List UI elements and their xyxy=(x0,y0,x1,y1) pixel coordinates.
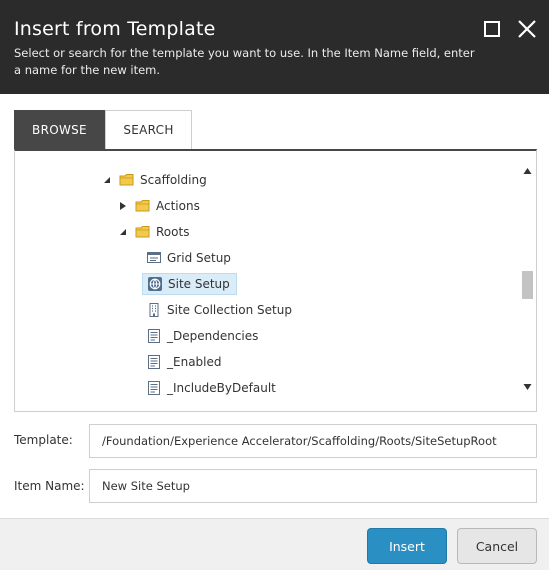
template-input[interactable] xyxy=(89,424,537,458)
folder-icon xyxy=(135,226,150,238)
tree-item-label: Site Setup xyxy=(168,277,230,291)
globe-icon xyxy=(148,277,162,291)
tree-scrollbar[interactable] xyxy=(519,151,536,411)
document-icon xyxy=(148,329,160,343)
tree-item-scaffolding[interactable]: Scaffolding xyxy=(100,169,207,191)
tree-item-label: Site Collection Setup xyxy=(167,303,292,317)
scroll-down-icon[interactable] xyxy=(523,383,532,391)
dialog-body: BROWSE SEARCH Scaffolding Actions Roots … xyxy=(0,94,549,518)
maximize-button[interactable] xyxy=(481,18,503,40)
insert-button[interactable]: Insert xyxy=(367,528,447,564)
close-button[interactable] xyxy=(516,18,538,40)
maximize-icon xyxy=(484,21,500,37)
template-label: Template: xyxy=(14,433,73,447)
dialog-title: Insert from Template xyxy=(14,18,216,40)
tab-browse[interactable]: BROWSE xyxy=(14,110,105,149)
tree-item-roots[interactable]: Roots xyxy=(116,221,189,243)
building-icon xyxy=(149,303,159,317)
folder-icon xyxy=(119,174,134,186)
tree-item-label: Grid Setup xyxy=(167,251,231,265)
tree-item-site-collection-setup[interactable]: Site Collection Setup xyxy=(146,299,292,321)
template-tree: Scaffolding Actions Roots Grid Setup Sit… xyxy=(14,149,537,412)
grid-setup-icon xyxy=(147,252,161,263)
close-icon xyxy=(518,20,536,38)
tree-item-label: Actions xyxy=(156,199,200,213)
dialog-footer: Insert Cancel xyxy=(0,518,549,570)
dialog-subtitle: Select or search for the template you wa… xyxy=(14,46,475,77)
tree-item-grid-setup[interactable]: Grid Setup xyxy=(146,247,231,269)
tree-item-include-by-default[interactable]: _IncludeByDefault xyxy=(146,377,276,399)
collapsed-arrow-icon[interactable] xyxy=(116,199,130,213)
scroll-up-icon[interactable] xyxy=(523,167,532,175)
tree-item-actions[interactable]: Actions xyxy=(116,195,200,217)
tab-search[interactable]: SEARCH xyxy=(105,110,192,149)
document-icon xyxy=(148,355,160,369)
scroll-thumb[interactable] xyxy=(522,271,533,299)
tree-item-label: _IncludeByDefault xyxy=(167,381,276,395)
expanded-arrow-icon[interactable] xyxy=(100,173,114,187)
tree-item-label: _Dependencies xyxy=(167,329,259,343)
dialog-titlebar: Insert from Template Select or search fo… xyxy=(0,0,549,94)
item-name-label: Item Name: xyxy=(14,479,85,493)
document-icon xyxy=(148,381,160,395)
tree-item-label: Scaffolding xyxy=(140,173,207,187)
tree-item-enabled[interactable]: _Enabled xyxy=(146,351,222,373)
cancel-button[interactable]: Cancel xyxy=(457,528,537,564)
expanded-arrow-icon[interactable] xyxy=(116,225,130,239)
tree-item-label: _Enabled xyxy=(167,355,222,369)
tree-item-site-setup[interactable]: Site Setup xyxy=(142,273,237,295)
tree-item-dependencies[interactable]: _Dependencies xyxy=(146,325,258,347)
item-name-input[interactable] xyxy=(89,469,537,503)
folder-icon xyxy=(135,200,150,212)
tree-item-label: Roots xyxy=(156,225,190,239)
